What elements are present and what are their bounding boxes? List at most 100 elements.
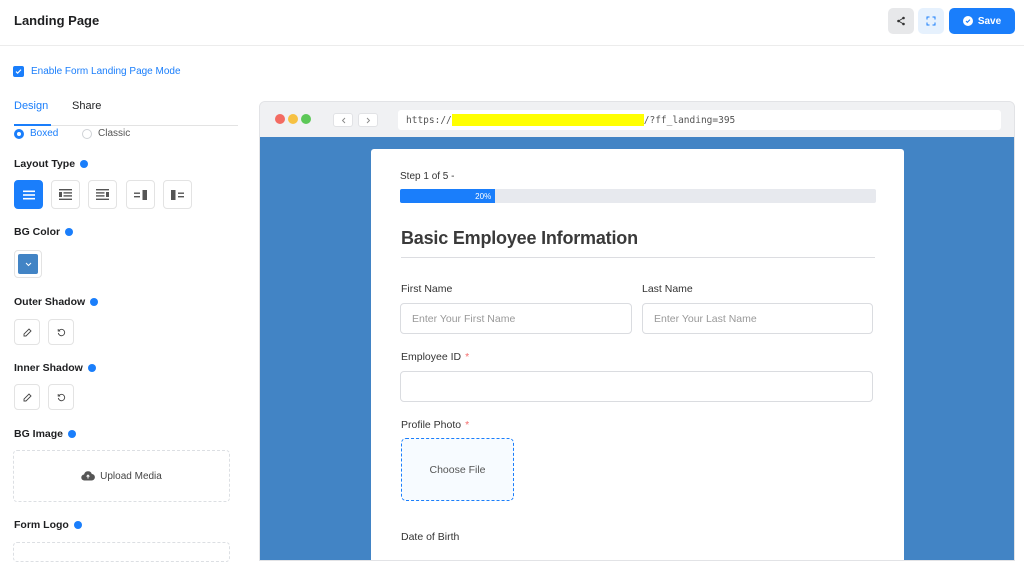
inner-shadow-label: Inner Shadow (14, 362, 83, 374)
radio-boxed[interactable]: Boxed (14, 128, 58, 139)
settings-tabs: Design Share (14, 100, 238, 126)
top-bar: Landing Page Save (0, 0, 1024, 46)
form-card: Step 1 of 5 - 20% Basic Employee Informa… (371, 149, 904, 560)
first-name-placeholder: Enter Your First Name (412, 312, 516, 325)
info-icon[interactable] (65, 228, 74, 236)
outer-shadow-label: Outer Shadow (14, 296, 86, 308)
first-name-input[interactable]: Enter Your First Name (400, 303, 632, 334)
layout-media-right-icon (96, 189, 109, 200)
checkbox-checked-icon (13, 66, 24, 77)
bg-image-upload-button[interactable]: Upload Media (13, 450, 230, 502)
reset-icon (57, 328, 65, 336)
required-mark: * (465, 419, 470, 431)
info-icon[interactable] (87, 364, 96, 372)
progress-bar: 20% (400, 189, 876, 203)
date-of-birth-label: Date of Birth (401, 531, 460, 543)
radio-classic[interactable]: Classic (82, 128, 130, 139)
form-logo-upload-button[interactable] (13, 542, 230, 562)
save-button[interactable]: Save (949, 8, 1015, 34)
bg-image-label: BG Image (14, 428, 64, 440)
url-redaction (451, 114, 644, 126)
last-name-label: Last Name (642, 283, 693, 295)
layout-option-media-left[interactable] (51, 180, 80, 209)
step-indicator: Step 1 of 5 - (400, 171, 455, 182)
profile-photo-label: Profile Photo * (401, 419, 469, 431)
layout-option-default[interactable] (14, 180, 43, 209)
outer-shadow-reset-button[interactable] (48, 319, 74, 345)
chevron-down-icon (25, 262, 31, 266)
radio-unselected-icon (82, 128, 92, 139)
bg-image-heading: BG Image (14, 428, 77, 440)
inner-shadow-reset-button[interactable] (48, 384, 74, 410)
form-logo-label: Form Logo (14, 519, 69, 531)
layout-split-right-icon (134, 189, 147, 200)
choose-file-button[interactable]: Choose File (401, 438, 514, 501)
landing-page-viewport: Step 1 of 5 - 20% Basic Employee Informa… (260, 137, 1014, 560)
radio-selected-icon (14, 128, 24, 139)
layout-centered-icon (22, 190, 35, 199)
layout-type-label: Layout Type (14, 158, 76, 170)
enable-landing-mode-checkbox[interactable]: Enable Form Landing Page Mode (13, 66, 181, 77)
browser-url-bar[interactable]: https:// /?ff_landing=395 (398, 110, 1001, 130)
employee-id-label-text: Employee ID (401, 351, 462, 363)
upload-media-label: Upload Media (100, 470, 162, 482)
inner-shadow-heading: Inner Shadow (14, 362, 96, 374)
share-button[interactable] (888, 8, 914, 34)
enable-landing-mode-label: Enable Form Landing Page Mode (31, 66, 181, 77)
choose-file-label: Choose File (429, 463, 486, 476)
bg-color-picker[interactable] (14, 250, 42, 278)
bg-color-label: BG Color (14, 226, 61, 238)
last-name-placeholder: Enter Your Last Name (654, 312, 757, 325)
form-logo-heading: Form Logo (14, 519, 82, 531)
inner-shadow-edit-button[interactable] (14, 384, 40, 410)
form-heading: Basic Employee Information (401, 228, 638, 248)
pencil-icon (23, 392, 32, 401)
layout-option-split-right[interactable] (126, 180, 155, 209)
pencil-icon (23, 327, 32, 336)
employee-id-label: Employee ID * (401, 351, 469, 363)
save-label: Save (977, 15, 1002, 27)
window-maximize-dot (301, 114, 311, 124)
bg-color-preview (18, 254, 38, 274)
reset-icon (57, 393, 65, 401)
cloud-upload-icon (81, 471, 96, 481)
preview-browser-window: https:// /?ff_landing=395 Step 1 of 5 - … (259, 101, 1015, 561)
tab-share[interactable]: Share (72, 100, 101, 126)
layout-split-left-icon (171, 189, 184, 200)
progress-fill: 20% (400, 189, 496, 203)
chevron-left-icon (341, 117, 345, 123)
url-prefix: https:// (406, 114, 452, 126)
last-name-input[interactable]: Enter Your Last Name (642, 303, 873, 334)
window-close-dot (275, 114, 285, 124)
heading-divider (401, 257, 875, 258)
chevron-right-icon (366, 117, 370, 123)
first-name-label: First Name (401, 283, 453, 295)
share-icon (897, 16, 905, 26)
expand-button[interactable] (918, 8, 944, 34)
bg-color-heading: BG Color (14, 226, 74, 238)
layout-option-split-left[interactable] (163, 180, 192, 209)
outer-shadow-edit-button[interactable] (14, 319, 40, 345)
tab-design[interactable]: Design (14, 100, 51, 126)
employee-id-input[interactable] (400, 371, 873, 402)
layout-option-media-right[interactable] (88, 180, 117, 209)
profile-photo-label-text: Profile Photo (401, 419, 462, 431)
outer-shadow-heading: Outer Shadow (14, 296, 99, 308)
layout-media-left-icon (59, 189, 72, 200)
radio-classic-label: Classic (98, 128, 131, 139)
info-icon[interactable] (68, 430, 77, 438)
layout-type-heading: Layout Type (14, 158, 89, 170)
required-mark: * (465, 351, 470, 363)
info-icon[interactable] (80, 160, 89, 168)
browser-back-button[interactable] (333, 113, 353, 127)
page-title: Landing Page (14, 13, 100, 28)
browser-forward-button[interactable] (358, 113, 378, 127)
window-minimize-dot (288, 114, 298, 124)
progress-label: 20% (475, 191, 492, 201)
info-icon[interactable] (90, 298, 99, 306)
browser-chrome: https:// /?ff_landing=395 (260, 102, 1014, 137)
url-suffix: /?ff_landing=395 (643, 114, 736, 126)
check-circle-icon (962, 16, 973, 26)
expand-icon (926, 16, 936, 26)
info-icon[interactable] (73, 521, 82, 529)
